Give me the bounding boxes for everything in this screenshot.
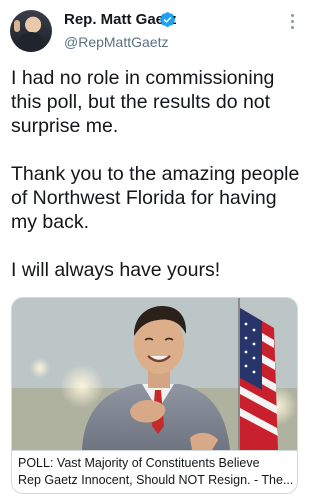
- photo-illustration: [12, 298, 297, 450]
- tweet-text-line: I will always have yours!: [11, 259, 221, 281]
- tweet-text-line: surprise me.: [11, 115, 119, 137]
- avatar[interactable]: [10, 10, 52, 52]
- author-handle[interactable]: @RepMattGaetz: [64, 33, 168, 51]
- link-preview-title-line-1: POLL: Vast Majority of Constituents Beli…: [18, 456, 260, 470]
- avatar-suit: [18, 32, 44, 52]
- link-preview-image[interactable]: [12, 298, 297, 450]
- avatar-hand: [14, 20, 20, 32]
- verified-badge-icon: [160, 12, 175, 27]
- tweet-text-line: my back.: [11, 211, 90, 233]
- tweet-text: I had no role in commissioning this poll…: [11, 66, 301, 282]
- tweet-text-line: this poll, but the results do not: [11, 91, 271, 113]
- tweet[interactable]: Rep. Matt Gaetz @RepMattGaetz I had no r…: [0, 0, 307, 500]
- more-options-icon[interactable]: [291, 14, 295, 32]
- tweet-text-line: of Northwest Florida for having: [11, 187, 277, 209]
- link-preview-card[interactable]: POLL: Vast Majority of Constituents Beli…: [11, 297, 298, 494]
- link-preview-title-line-2: Rep Gaetz Innocent, Should NOT Resign. -…: [18, 473, 294, 487]
- tweet-header: Rep. Matt Gaetz @RepMattGaetz: [0, 0, 307, 62]
- link-preview-caption[interactable]: POLL: Vast Majority of Constituents Beli…: [12, 450, 297, 493]
- tweet-text-line: I had no role in commissioning: [11, 67, 275, 89]
- tweet-text-line: Thank you to the amazing people: [11, 163, 300, 185]
